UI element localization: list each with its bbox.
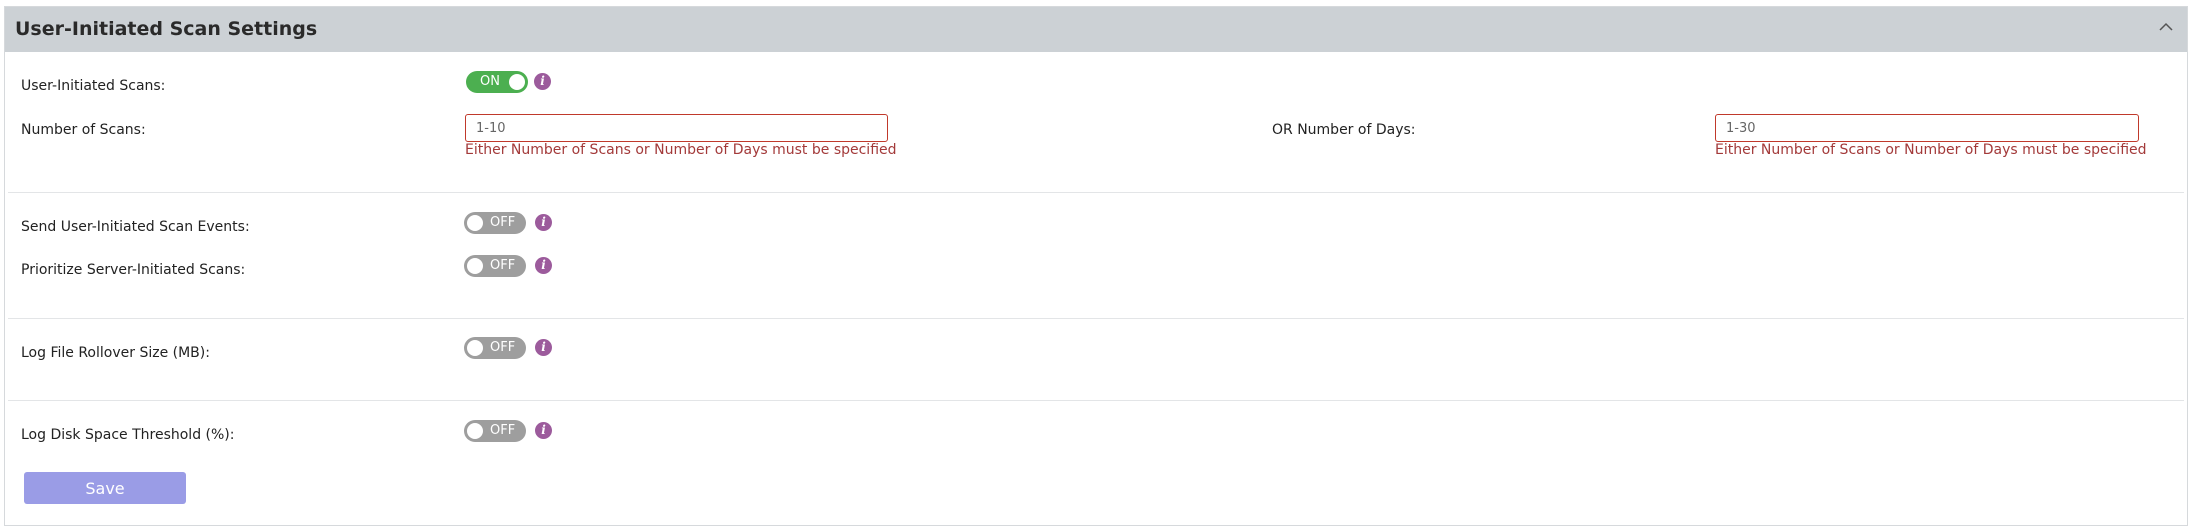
- toggle-knob: [467, 215, 483, 231]
- divider: [8, 318, 2184, 319]
- toggle-state-text: OFF: [490, 423, 516, 438]
- toggle-state-text: OFF: [490, 258, 516, 273]
- panel-title: User-Initiated Scan Settings: [15, 18, 318, 40]
- info-icon[interactable]: i: [535, 214, 552, 231]
- info-icon[interactable]: i: [535, 257, 552, 274]
- log-disk-threshold-label: Log Disk Space Threshold (%):: [21, 427, 235, 443]
- number-of-scans-error: Either Number of Scans or Number of Days…: [465, 142, 897, 158]
- number-of-days-error: Either Number of Scans or Number of Days…: [1715, 142, 2147, 158]
- number-of-scans-input[interactable]: [465, 114, 888, 142]
- save-button[interactable]: Save: [24, 472, 186, 504]
- panel-header[interactable]: User-Initiated Scan Settings: [5, 7, 2187, 52]
- toggle-knob: [509, 74, 525, 90]
- divider: [8, 192, 2184, 193]
- send-scan-events-toggle[interactable]: OFF: [464, 212, 526, 234]
- number-of-days-input[interactable]: [1715, 114, 2139, 142]
- log-disk-threshold-toggle[interactable]: OFF: [464, 420, 526, 442]
- scan-settings-panel: User-Initiated Scan Settings: [4, 6, 2188, 526]
- prioritize-server-scans-toggle[interactable]: OFF: [464, 255, 526, 277]
- toggle-state-text: ON: [480, 74, 500, 89]
- send-scan-events-label: Send User-Initiated Scan Events:: [21, 219, 250, 235]
- user-initiated-scans-toggle[interactable]: ON: [466, 71, 528, 93]
- number-of-days-label: OR Number of Days:: [1272, 122, 1416, 138]
- divider: [8, 400, 2184, 401]
- toggle-state-text: OFF: [490, 215, 516, 230]
- log-rollover-label: Log File Rollover Size (MB):: [21, 345, 210, 361]
- prioritize-server-scans-label: Prioritize Server-Initiated Scans:: [21, 262, 246, 278]
- info-icon[interactable]: i: [535, 422, 552, 439]
- toggle-state-text: OFF: [490, 340, 516, 355]
- toggle-knob: [467, 340, 483, 356]
- number-of-scans-label: Number of Scans:: [21, 122, 146, 138]
- chevron-up-icon[interactable]: [2159, 22, 2173, 32]
- log-rollover-toggle[interactable]: OFF: [464, 337, 526, 359]
- user-initiated-scans-label: User-Initiated Scans:: [21, 78, 166, 94]
- toggle-knob: [467, 423, 483, 439]
- toggle-knob: [467, 258, 483, 274]
- info-icon[interactable]: i: [535, 339, 552, 356]
- info-icon[interactable]: i: [534, 73, 551, 90]
